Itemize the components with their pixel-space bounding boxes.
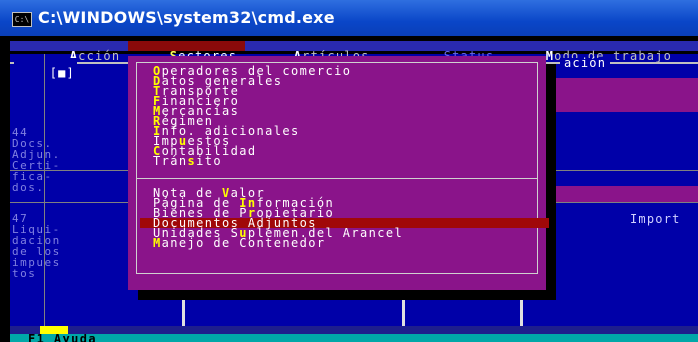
menu-item-transito[interactable]: Tránsito	[153, 155, 222, 167]
window-titlebar: C:\ C:\WINDOWS\system32\cmd.exe	[0, 0, 698, 37]
left-label-tos: tos	[12, 267, 37, 280]
cmd-icon: C:\	[12, 12, 32, 27]
sectores-dropdown-menu: Operadores del comercio Datos generales …	[128, 56, 549, 290]
window-title: C:\WINDOWS\system32\cmd.exe	[38, 8, 335, 27]
status-bar: F1 Ayuda	[10, 334, 698, 342]
left-label-dos: dos.	[12, 181, 45, 194]
dropdown-shadow-right	[546, 64, 556, 300]
dropdown-shadow-bottom	[138, 290, 546, 300]
console-screen: Acción Sectores Artículos Status Modo de…	[0, 36, 698, 342]
menu-accion[interactable]: Acción	[36, 41, 120, 62]
menu-sectores[interactable]: Sectores	[128, 41, 246, 62]
dropdown-separator	[136, 178, 538, 179]
menu-status[interactable]: Status	[410, 41, 494, 62]
help-hint[interactable]: F1 Ayuda	[28, 334, 97, 342]
menu-modo-trabajo[interactable]: Modo de trabajo	[512, 41, 672, 62]
purple-field-strip	[540, 186, 698, 202]
import-label: Import	[630, 212, 681, 226]
horizontal-scrollbar[interactable]	[10, 326, 698, 334]
window-marker[interactable]: [■]	[14, 58, 77, 88]
scrollbar-thumb[interactable]	[40, 326, 68, 334]
menu-item-manejo-contenedor[interactable]: Manejo de Contenedor	[153, 237, 326, 249]
window-partial-title: ación	[560, 57, 611, 69]
purple-field-box	[540, 78, 698, 112]
menu-articulos[interactable]: Artículos	[260, 41, 370, 62]
